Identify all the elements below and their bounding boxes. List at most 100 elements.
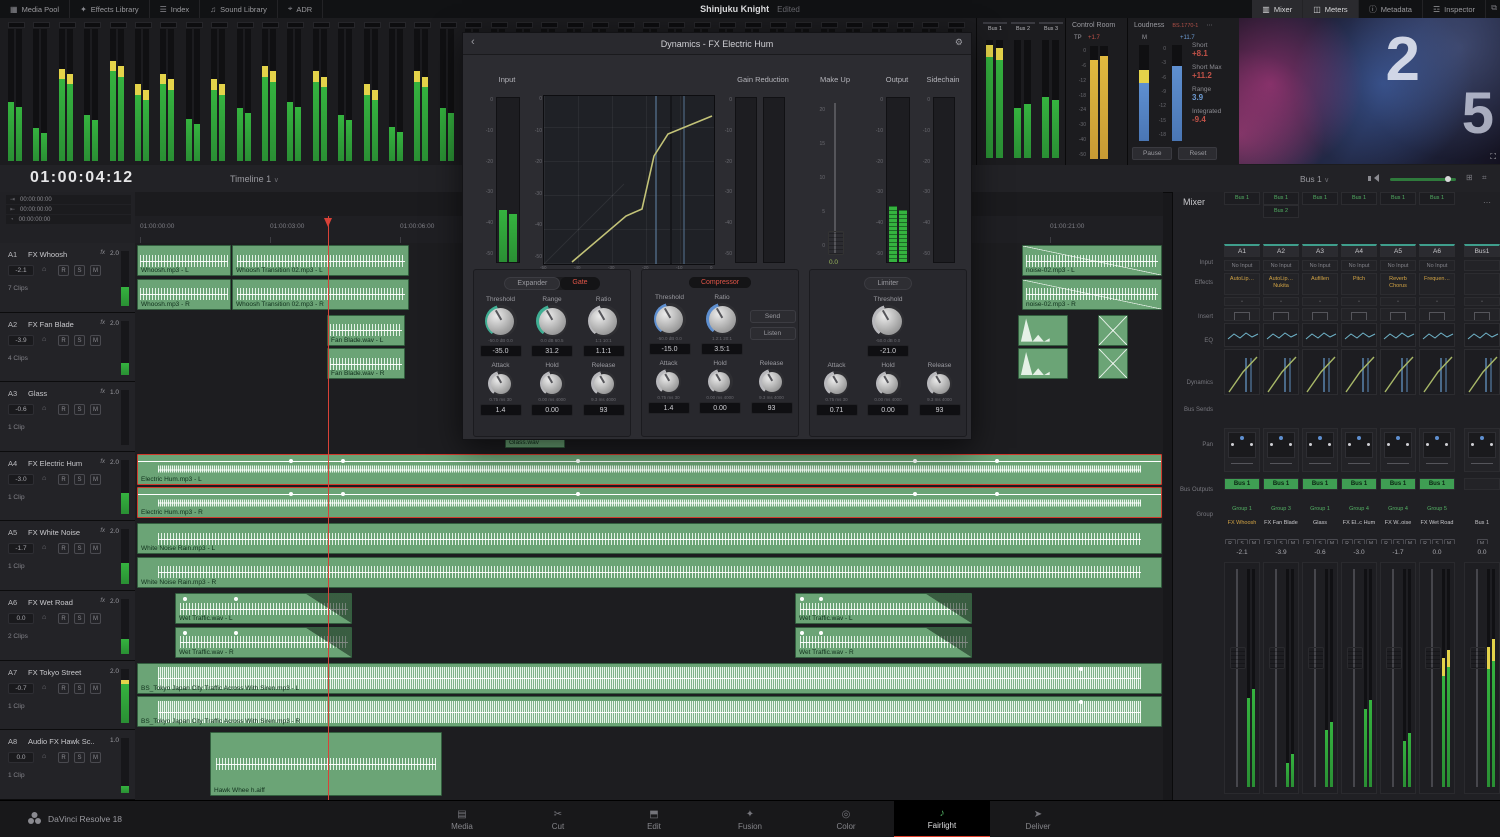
knob-control[interactable]: [824, 371, 849, 396]
strip-solo-button[interactable]: S: [1236, 539, 1248, 544]
strip-bus-output[interactable]: Bus 1: [1419, 478, 1455, 490]
listen-button[interactable]: Listen: [749, 326, 796, 340]
pan-dot-center[interactable]: [1279, 436, 1283, 440]
strip-group[interactable]: Group 4: [1380, 504, 1416, 514]
toggle-gate[interactable]: Gate: [560, 277, 600, 290]
knob-control[interactable]: [872, 305, 904, 337]
page-tab-color[interactable]: ◎ Color: [798, 801, 894, 837]
nav-adr[interactable]: ⌖ ADR: [278, 0, 324, 18]
nav-index[interactable]: ☰ Index: [150, 0, 201, 18]
track-volume-db[interactable]: -2.1: [8, 265, 34, 276]
strip-insert[interactable]: [1224, 308, 1260, 321]
fader-handle[interactable]: [1308, 647, 1324, 669]
strip-bus-sends[interactable]: Bus 1: [1418, 192, 1456, 218]
strip-chip[interactable]: Bus1: [1464, 244, 1500, 257]
strip-dynamics-thumb[interactable]: [1341, 349, 1377, 395]
timeline-zoom-icon[interactable]: ⌗: [1482, 173, 1487, 183]
audio-clip[interactable]: noise-02.mp3 - R: [1022, 278, 1162, 310]
track-solo-button[interactable]: S: [74, 752, 85, 764]
dialog-back-icon[interactable]: ‹: [471, 36, 475, 48]
audio-clip[interactable]: Electric Hum.mp3 - L: [137, 453, 1162, 485]
strip-input[interactable]: No Input: [1419, 260, 1455, 271]
track-lock-icon[interactable]: ⌂: [42, 266, 46, 273]
strip-input[interactable]: No Input: [1263, 260, 1299, 271]
audio-clip[interactable]: [1098, 348, 1128, 380]
track-lock-icon[interactable]: ⌂: [42, 684, 46, 691]
strip-dynamics-thumb[interactable]: [1419, 349, 1455, 395]
strip-effects[interactable]: Aufillen: [1302, 273, 1338, 295]
fader-handle[interactable]: [1386, 647, 1402, 669]
pan-dot-center[interactable]: [1480, 436, 1484, 440]
track-solo-button[interactable]: S: [74, 682, 85, 694]
strip-effects[interactable]: AutoLip… Nukita: [1263, 273, 1299, 295]
knob-value[interactable]: 93: [750, 402, 793, 414]
knob-control[interactable]: [591, 371, 616, 396]
strip-solo-button[interactable]: S: [1275, 539, 1287, 544]
knob-control[interactable]: [484, 305, 517, 337]
fader-track[interactable]: [1314, 569, 1316, 787]
fader-track[interactable]: [1476, 569, 1478, 787]
track-arm-button[interactable]: R: [58, 473, 69, 485]
track-volume-db[interactable]: -3.9: [8, 334, 34, 346]
strip-group[interactable]: Group 1: [1302, 504, 1338, 514]
track-arm-button[interactable]: R: [58, 404, 69, 416]
strip-eq-thumb[interactable]: [1302, 323, 1338, 347]
dialog-titlebar[interactable]: ‹ Dynamics - FX Electric Hum ⚙: [463, 33, 971, 55]
strip-bus-output[interactable]: [1464, 478, 1500, 490]
viewer-expand-icon[interactable]: ⛶: [1490, 152, 1496, 162]
strip-insert[interactable]: [1464, 308, 1500, 321]
track-header-a3[interactable]: A3 Glass fx 1.0 -0.6 ⌂ R S M 1 Clip: [0, 382, 135, 452]
knob-control[interactable]: [539, 371, 565, 396]
knob-value[interactable]: -35.0: [479, 345, 522, 357]
strip-arm-button[interactable]: R: [1263, 539, 1275, 544]
track-mute-button[interactable]: M: [90, 682, 101, 694]
pan-dot-center[interactable]: [1240, 436, 1244, 440]
nav-media-pool[interactable]: ▦ Media Pool: [0, 0, 71, 18]
strip-group[interactable]: Group 4: [1341, 504, 1377, 514]
audio-clip[interactable]: Wet Traffic.wav - R: [175, 626, 352, 658]
knob-value[interactable]: -21.0: [867, 345, 909, 357]
track-mute-button[interactable]: M: [90, 265, 101, 276]
audio-clip[interactable]: Whoosh.mp3 - L: [137, 245, 231, 276]
strip-solo-button[interactable]: S: [1314, 539, 1326, 544]
strip-group[interactable]: [1464, 504, 1500, 514]
fader-handle[interactable]: [1425, 647, 1441, 669]
track-header-a1[interactable]: A1 FX Whoosh fx 2.0 -2.1 ⌂ R S M 7 Clips: [0, 243, 135, 313]
loudness-pause-button[interactable]: Pause: [1132, 147, 1173, 160]
strip-insert[interactable]: [1263, 308, 1299, 321]
pan-dot-center[interactable]: [1357, 436, 1361, 440]
strip-mute-button[interactable]: M: [1404, 539, 1416, 544]
knob-control[interactable]: [875, 371, 901, 396]
strip-insert[interactable]: [1419, 308, 1455, 321]
track-mute-button[interactable]: M: [90, 473, 101, 485]
strip-slot[interactable]: •: [1380, 297, 1416, 306]
automation-point[interactable]: [799, 597, 804, 601]
toggle-compressor[interactable]: Compressor: [688, 277, 752, 288]
speaker-icon[interactable]: [1368, 174, 1379, 183]
strip-pan[interactable]: [1464, 428, 1500, 472]
strip-dynamics-thumb[interactable]: [1224, 349, 1260, 395]
track-solo-button[interactable]: S: [74, 473, 85, 485]
fader-handle[interactable]: [1230, 647, 1246, 669]
bus-send[interactable]: Bus 1: [1302, 192, 1338, 205]
bus-send[interactable]: Bus 1: [1263, 192, 1299, 205]
strip-dynamics-thumb[interactable]: [1380, 349, 1416, 395]
strip-arm-button[interactable]: R: [1302, 539, 1314, 544]
page-tab-edit[interactable]: ⬒ Edit: [606, 801, 702, 837]
track-volume-db[interactable]: 0.0: [8, 752, 34, 764]
strip-pan[interactable]: [1302, 428, 1338, 472]
dynamics-curve-graph[interactable]: -50 -40 -30 -20 -10 0 0 -10 -20 -30 -40 -50: [535, 95, 715, 270]
audio-clip[interactable]: [1018, 314, 1068, 346]
nav-inspector[interactable]: ☲ Inspector: [1423, 0, 1486, 18]
track-lock-icon[interactable]: ⌂: [42, 614, 46, 621]
strip-slot[interactable]: •: [1263, 297, 1299, 306]
strip-solo-button[interactable]: S: [1392, 539, 1404, 544]
knob-control[interactable]: [759, 369, 784, 394]
strip-effects[interactable]: Pitch: [1341, 273, 1377, 295]
strip-bus-output[interactable]: Bus 1: [1341, 478, 1377, 490]
pan-dot-center[interactable]: [1396, 436, 1400, 440]
strip-eq-thumb[interactable]: [1341, 323, 1377, 347]
strip-chip[interactable]: A5: [1380, 244, 1416, 257]
audio-clip[interactable]: noise-02.mp3 - L: [1022, 245, 1162, 276]
timeline-options-icon[interactable]: ⊞: [1466, 173, 1473, 182]
